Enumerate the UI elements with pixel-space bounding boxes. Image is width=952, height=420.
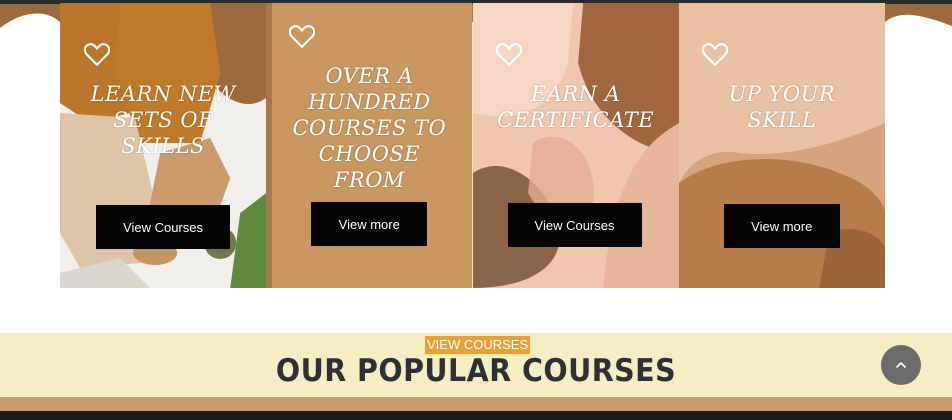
card-title: Up your skill [728,82,836,132]
section-tag[interactable]: VIEW COURSES [425,336,531,354]
view-more-button[interactable]: View more [723,204,840,248]
card-learn-skills: Learn new sets of skills View Courses [60,3,267,288]
scroll-to-top-button[interactable] [881,345,921,385]
bottom-strip [0,397,952,411]
bottom-dark-band [0,411,952,420]
card-earn-certificate: Earn a certificate View Courses [472,3,679,288]
view-courses-button[interactable]: View Courses [96,205,230,249]
card-up-your-skill: Up your skill View more [678,3,885,288]
heart-icon[interactable] [701,43,729,67]
card-hundred-courses: Over a hundred courses to choose from Vi… [266,3,473,288]
view-courses-button[interactable]: View Courses [507,203,642,247]
card-title: Earn a certificate [497,82,655,132]
view-more-button[interactable]: View more [311,202,428,246]
chevron-up-icon [896,362,906,368]
heart-icon[interactable] [288,25,316,49]
heart-icon[interactable] [83,43,111,67]
section-title: OUR POPULAR COURSES [275,353,677,389]
card-title: Learn new sets of skills [90,82,236,158]
feature-cards: Learn new sets of skills View Courses Ov… [60,3,885,288]
heart-icon[interactable] [495,43,522,67]
card-title: Over a hundred courses to choose from [292,64,447,192]
